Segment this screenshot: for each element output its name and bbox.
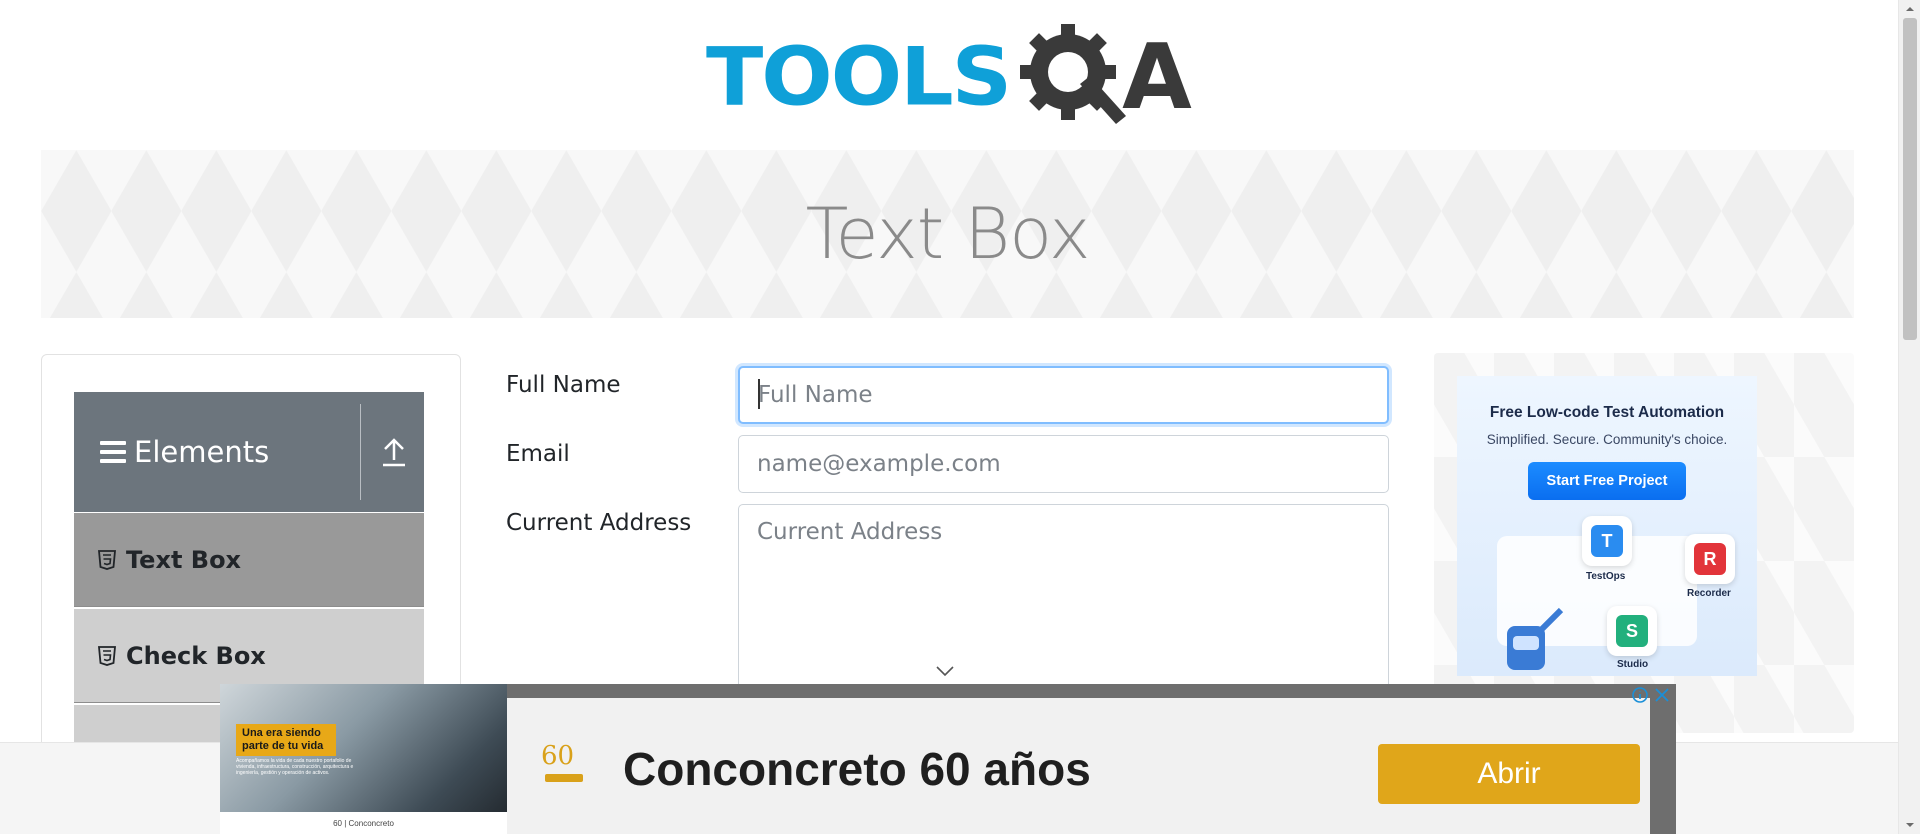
toolsqa-logo[interactable]: TOOLS A (706, 20, 1192, 134)
chevron-down-icon[interactable] (934, 664, 956, 678)
gear-icon (1020, 24, 1127, 124)
logo-a-letter: A (1122, 24, 1192, 130)
page-title: Text Box (805, 193, 1091, 275)
katalon-ad[interactable]: Free Low-code Test Automation Simplified… (1457, 376, 1757, 676)
sidebar-item-label: Check Box (126, 641, 266, 670)
header-divider (360, 404, 361, 500)
full-name-label: Full Name (506, 372, 621, 398)
recorder-label: Recorder (1687, 588, 1731, 599)
hamburger-icon (100, 441, 126, 463)
sidebar-item-label: Text Box (126, 545, 242, 574)
scrollbar-thumb[interactable] (1903, 18, 1917, 340)
ad-photo-text: Acompañamos la vida de cada nuestro port… (236, 758, 354, 776)
text-caret (758, 379, 760, 409)
studio-card: S (1607, 606, 1657, 656)
logo-tools-text: TOOLS (706, 30, 1012, 124)
ad-headline: Conconcreto 60 años (623, 743, 1091, 795)
studio-label: Studio (1617, 659, 1649, 670)
recorder-icon: R (1694, 543, 1726, 575)
html5-icon (98, 549, 116, 570)
bottom-ad-banner[interactable]: Una era siendo parte de tu vida Acompaña… (220, 684, 1676, 834)
ad-photo-footer: 60 | Conconcreto (220, 812, 507, 834)
email-label: Email (506, 441, 570, 467)
abrir-button[interactable]: Abrir (1378, 744, 1640, 804)
html5-icon (98, 645, 116, 666)
robot-icon (1507, 607, 1564, 670)
current-address-label: Current Address (506, 510, 692, 536)
conconcreto-logo-icon: 60 (541, 741, 583, 782)
ad-panel: 60 Conconcreto 60 años Abrir (507, 698, 1650, 834)
start-free-project-button[interactable]: Start Free Project (1528, 462, 1686, 500)
page-scrollbar[interactable] (1898, 0, 1920, 834)
close-icon[interactable] (1652, 686, 1672, 704)
collapse-arrow-icon[interactable] (378, 434, 410, 470)
current-address-textarea[interactable] (738, 504, 1389, 704)
recorder-card: R (1685, 534, 1735, 584)
scroll-down-icon[interactable] (1905, 820, 1915, 830)
full-name-input[interactable] (738, 366, 1389, 424)
studio-icon: S (1616, 615, 1648, 647)
scroll-up-icon[interactable] (1905, 4, 1915, 14)
brand-number: 60 (541, 741, 574, 771)
info-icon[interactable] (1630, 686, 1650, 704)
ad-photo-tag: Una era siendo parte de tu vida (236, 724, 336, 756)
ad-title: Free Low-code Test Automation (1489, 404, 1725, 421)
ad-photo: Una era siendo parte de tu vida Acompaña… (220, 684, 507, 834)
group-header-label: Elements (134, 435, 270, 469)
page-banner: Text Box (41, 150, 1854, 318)
ad-subtitle: Simplified. Secure. Community's choice. (1486, 432, 1728, 447)
testops-card: T (1582, 516, 1632, 566)
testops-label: TestOps (1586, 571, 1626, 582)
elements-group-header[interactable]: Elements (74, 392, 424, 512)
testops-icon: T (1591, 525, 1623, 557)
sidebar-item-text-box[interactable]: Text Box (74, 513, 424, 607)
email-input[interactable] (738, 435, 1389, 493)
